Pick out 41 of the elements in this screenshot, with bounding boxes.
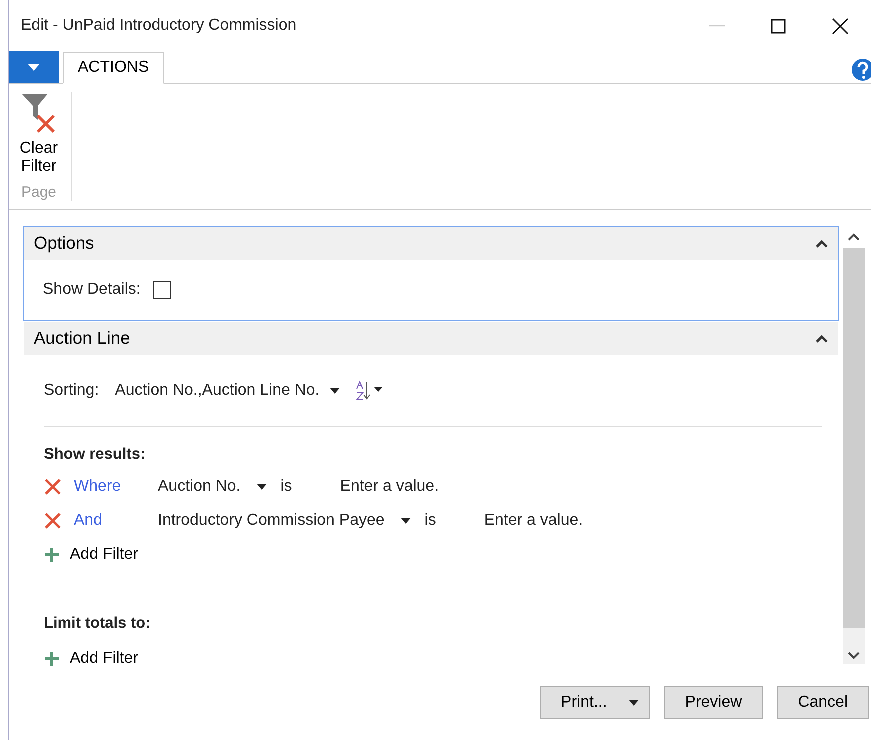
section-heading: Limit totals to: [44, 614, 152, 634]
maximize-icon [768, 18, 788, 34]
add-icon [44, 650, 60, 666]
dialog-button[interactable]: Preview [664, 686, 764, 719]
section-header[interactable]: Auction Line [24, 322, 838, 355]
add-filter-button[interactable]: Add Filter [44, 538, 138, 572]
group-label: Page [21, 183, 57, 203]
print-dropdown-button[interactable]: Print... [540, 686, 650, 719]
sorting-dropdown[interactable]: Auction No.,Auction Line No. [115, 378, 340, 402]
minimize-icon [706, 25, 726, 27]
sorting-label: Sorting: [44, 380, 100, 400]
clear-filter-button[interactable]: Clear Filter [17, 92, 61, 176]
window-title: Edit - UnPaid Introductory Commission [21, 16, 298, 36]
caret-icon [629, 700, 640, 706]
clear-filter-icon [20, 92, 58, 136]
show-details-checkbox[interactable] [152, 281, 171, 299]
caret-icon [400, 518, 411, 524]
operator-text: is [280, 477, 292, 498]
add-filter-button[interactable]: Add Filter [44, 642, 138, 676]
value-field[interactable]: Enter a value. [484, 509, 584, 534]
show-details-label: Show Details: [43, 280, 141, 300]
help-icon[interactable] [851, 58, 871, 82]
menu-button[interactable] [9, 51, 59, 83]
sort-order-icon[interactable] [356, 380, 386, 402]
collapse-icon [816, 334, 828, 342]
section-header[interactable]: Options [24, 227, 838, 260]
caret-icon [28, 64, 40, 70]
section-heading: Show results: [44, 445, 147, 465]
filter-connector-link[interactable]: And [74, 509, 158, 534]
filter-connector-link[interactable]: Where [74, 475, 158, 500]
caret-icon [256, 484, 267, 490]
operator-text: is [424, 511, 436, 532]
field-dropdown[interactable]: Introductory Commission Payee [158, 509, 411, 534]
dialog-button[interactable]: Cancel [777, 686, 869, 719]
field-dropdown[interactable]: Auction No. [158, 475, 267, 500]
tab[interactable]: ACTIONS [63, 52, 164, 84]
add-icon [44, 547, 60, 564]
caret-icon [330, 388, 340, 394]
collapse-icon [816, 240, 828, 248]
value-field[interactable]: Enter a value. [340, 475, 440, 500]
close-icon [830, 18, 850, 34]
